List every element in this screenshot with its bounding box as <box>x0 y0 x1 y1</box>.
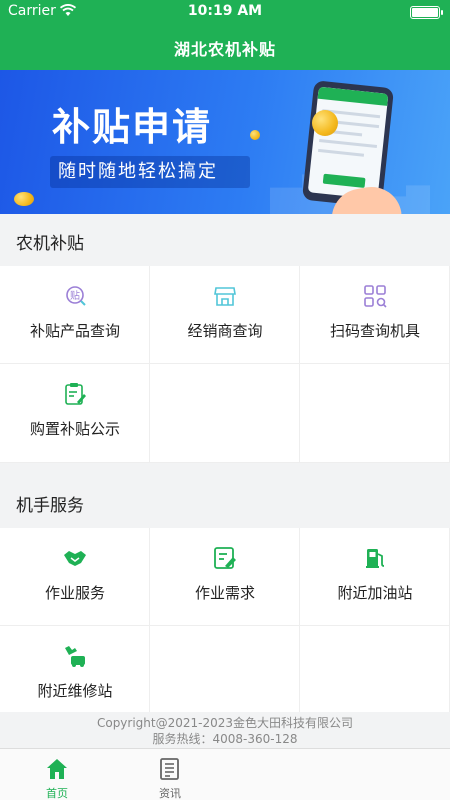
grid-item-label: 附近维修站 <box>37 682 113 700</box>
banner-subtitle: 随时随地轻松搞定 <box>50 156 250 188</box>
coin-decoration <box>14 192 34 206</box>
svg-text:贴: 贴 <box>70 289 80 302</box>
grid-empty-cell <box>300 364 450 463</box>
navigation-bar: 湖北农机补贴 <box>0 24 450 70</box>
grid-item-work-demand[interactable]: 作业需求 <box>150 528 300 626</box>
grid-item-label: 补贴产品查询 <box>29 322 120 340</box>
tab-label: 资讯 <box>159 787 181 800</box>
grid-item-subsidy-product-query[interactable]: 贴 补贴产品查询 <box>0 266 150 364</box>
operator-service-grid: 作业服务 作业需求 附近加油站 附近维修站 <box>0 528 450 712</box>
edit-form-icon <box>214 547 236 569</box>
grid-item-label: 作业服务 <box>44 584 105 602</box>
repair-wrench-icon <box>65 646 85 667</box>
section-header-operator-service: 机手服务 <box>0 476 450 528</box>
status-bar: Carrier 10:19 AM <box>0 0 450 24</box>
battery-icon <box>410 6 443 19</box>
banner-title: 补贴申请 <box>52 105 213 149</box>
footer: Copyright@2021-2023金色大田科技有限公司 服务热线：4008-… <box>0 712 450 748</box>
grid-empty-cell <box>150 626 300 712</box>
grid-item-nearby-repair-station[interactable]: 附近维修站 <box>0 626 150 712</box>
handshake-icon <box>64 551 86 566</box>
subsidy-grid: 贴 补贴产品查询 经销商查询 扫码查询机具 购置补贴公示 <box>0 266 450 463</box>
grid-empty-cell <box>300 626 450 712</box>
coin-decoration <box>250 130 260 140</box>
news-icon <box>160 758 179 780</box>
grid-item-label: 作业需求 <box>194 584 255 602</box>
scan-grid-icon <box>364 285 387 308</box>
grid-item-label: 扫码查询机具 <box>329 322 420 340</box>
clipboard-edit-icon <box>65 383 86 405</box>
tab-label: 首页 <box>46 787 68 800</box>
grid-item-label: 购置补贴公示 <box>29 420 120 438</box>
clock: 10:19 AM <box>187 3 263 19</box>
grid-item-label: 经销商查询 <box>187 322 263 340</box>
grid-empty-cell <box>150 364 300 463</box>
grid-item-purchase-subsidy-notice[interactable]: 购置补贴公示 <box>0 364 150 463</box>
grid-item-work-service[interactable]: 作业服务 <box>0 528 150 626</box>
tab-news[interactable]: 资讯 <box>140 749 200 800</box>
fuel-pump-icon <box>366 549 385 568</box>
coin-icon <box>312 110 338 136</box>
tab-bar: 首页 资讯 <box>0 748 450 800</box>
subsidy-search-icon: 贴 <box>66 286 86 306</box>
section-title: 农机补贴 <box>16 234 84 254</box>
copyright-text: Copyright@2021-2023金色大田科技有限公司 <box>96 716 354 730</box>
grid-item-scan-query[interactable]: 扫码查询机具 <box>300 266 450 364</box>
home-icon <box>47 759 67 779</box>
grid-item-nearby-gas-station[interactable]: 附近加油站 <box>300 528 450 626</box>
store-icon <box>214 287 236 306</box>
grid-item-label: 附近加油站 <box>337 584 413 602</box>
service-hotline[interactable]: 服务热线：4008-360-128 <box>0 730 450 747</box>
subsidy-banner[interactable]: 补贴申请 随时随地轻松搞定 <box>0 70 450 214</box>
grid-item-dealer-query[interactable]: 经销商查询 <box>150 266 300 364</box>
section-title: 机手服务 <box>16 496 84 516</box>
tab-home[interactable]: 首页 <box>27 749 87 800</box>
section-header-subsidy: 农机补贴 <box>0 214 450 266</box>
page-title: 湖北农机补贴 <box>173 40 276 59</box>
